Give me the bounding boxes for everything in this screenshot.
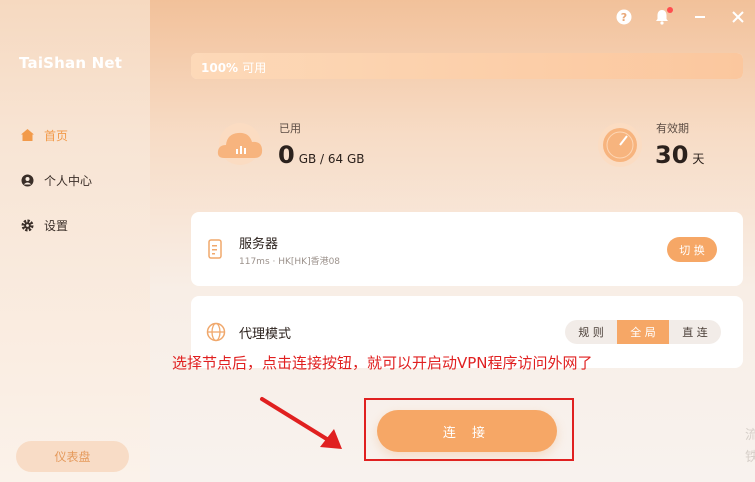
notification-dot <box>667 7 673 13</box>
mode-global-option[interactable]: 全 局 <box>617 320 669 344</box>
sidebar-item-home[interactable]: 首页 <box>20 124 68 146</box>
globe-icon <box>206 322 226 346</box>
minimize-icon[interactable] <box>691 8 709 26</box>
progress-label: 100% 可用 <box>201 59 266 76</box>
sidebar-item-label: 首页 <box>44 128 69 143</box>
cloud-icon <box>214 122 264 172</box>
svg-text:?: ? <box>621 11 627 24</box>
proxy-mode-selector: 规 则 全 局 直 连 <box>565 320 721 344</box>
home-icon <box>20 128 34 142</box>
help-icon[interactable]: ? <box>615 8 633 26</box>
progress-suffix: 可用 <box>242 61 267 75</box>
window-controls: ? <box>615 7 747 26</box>
switch-server-button[interactable]: 切 换 <box>667 237 717 262</box>
used-value: 0 GB / 64 GB <box>278 141 365 169</box>
sidebar-item-label: 设置 <box>44 218 69 233</box>
annotation-arrow <box>260 397 342 449</box>
user-icon <box>20 173 34 187</box>
instruction-annotation: 选择节点后，点击连接按钮，就可以开启动VPN程序访问外网了 <box>172 354 593 372</box>
used-caption: 已用 <box>279 122 301 135</box>
validity-number: 30 <box>655 141 689 169</box>
server-detail: 117ms · HK[HK]香港08 <box>239 257 341 267</box>
dashboard-button[interactable]: 仪表盘 <box>16 441 129 472</box>
server-icon <box>208 239 222 263</box>
proxy-title: 代理模式 <box>239 327 292 342</box>
used-unit: GB / 64 GB <box>298 152 365 166</box>
connect-button[interactable]: 连 接 <box>377 410 557 452</box>
gear-icon <box>20 218 34 232</box>
validity-value: 30 天 <box>655 141 704 169</box>
server-card[interactable]: 服务器 117ms · HK[HK]香港08 切 换 <box>191 212 743 286</box>
clock-icon <box>595 120 645 170</box>
mode-direct-option[interactable]: 直 连 <box>669 320 721 344</box>
close-icon[interactable] <box>729 8 747 26</box>
bell-icon[interactable] <box>653 7 673 26</box>
progress-percent: 100% <box>201 61 239 75</box>
mode-rule-option[interactable]: 规 则 <box>565 320 617 344</box>
sidebar: TaiShan Net 首页 个人中心 设置 仪表盘 <box>0 0 150 482</box>
sidebar-item-settings[interactable]: 设置 <box>20 214 68 236</box>
validity-caption: 有效期 <box>656 122 689 135</box>
edge-text: 流 铁 <box>745 428 755 465</box>
server-title: 服务器 <box>239 237 279 252</box>
app-title: TaiShan Net <box>19 54 123 72</box>
validity-unit: 天 <box>692 152 705 166</box>
traffic-progress-bar: 100% 可用 <box>191 53 743 79</box>
progress-fill <box>191 53 743 79</box>
sidebar-item-profile[interactable]: 个人中心 <box>20 169 92 191</box>
sidebar-item-label: 个人中心 <box>44 173 93 188</box>
used-number: 0 <box>278 141 295 169</box>
